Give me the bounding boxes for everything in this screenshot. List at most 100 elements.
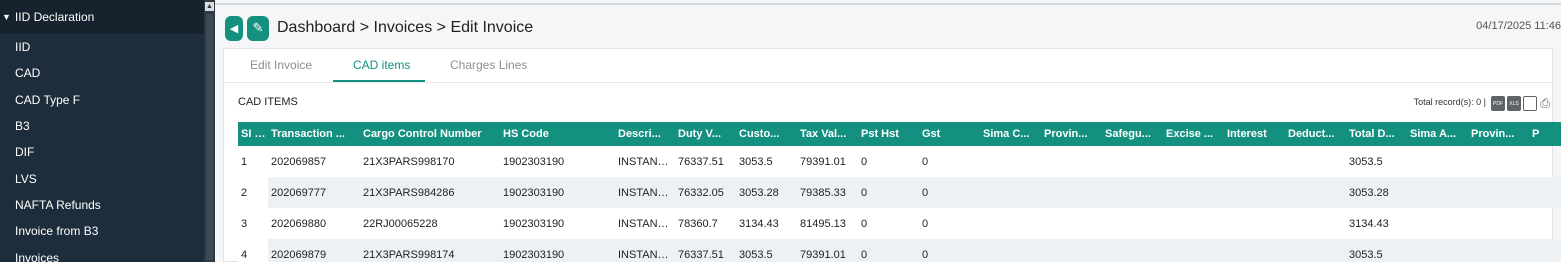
table-cell xyxy=(1407,146,1468,177)
column-header[interactable]: Cargo Control Number xyxy=(360,122,500,146)
table-cell: 21X3PARS984286 xyxy=(360,177,500,208)
table-cell xyxy=(1468,177,1529,208)
column-header[interactable]: Total D... xyxy=(1346,122,1407,146)
sidebar-item-b3[interactable]: B3 xyxy=(0,113,204,139)
table-cell xyxy=(1529,239,1561,262)
tab-edit-invoice[interactable]: Edit Invoice xyxy=(250,58,312,72)
column-header[interactable]: Deduct... xyxy=(1285,122,1346,146)
back-chevron-icon[interactable]: ◀ xyxy=(225,15,243,41)
table-cell xyxy=(1102,177,1163,208)
table-cell xyxy=(1224,146,1285,177)
column-header[interactable]: Interest xyxy=(1224,122,1285,146)
print-icon[interactable]: ⎙ xyxy=(1538,96,1552,111)
table-cell xyxy=(1041,208,1102,239)
table-cell: 79391.01 xyxy=(800,155,846,168)
table-cell: INSTANT ... xyxy=(618,217,675,230)
scrollbar-thumb[interactable] xyxy=(206,14,213,260)
table-cell xyxy=(1529,208,1561,239)
table-cell xyxy=(1529,146,1561,177)
table-row[interactable]: 1 202069857 21X3PARS998170 1902303190 INSTAN… xyxy=(238,146,1561,177)
table-cell xyxy=(980,239,1041,262)
sidebar-item-label: B3 xyxy=(15,119,30,134)
sidebar-item-invoice-from-b3[interactable]: Invoice from B3 xyxy=(0,218,204,244)
table-row[interactable]: 4 202069879 21X3PARS998174 1902303190 INSTAN… xyxy=(238,239,1561,262)
edit-pencil-icon[interactable]: ✎ xyxy=(247,15,269,41)
table-cell xyxy=(1285,177,1346,208)
table-cell: 3 xyxy=(238,208,268,239)
table-cell: 202069879 xyxy=(268,239,360,262)
table-cell: 76332.05 xyxy=(675,177,736,208)
column-header[interactable]: P xyxy=(1529,122,1561,146)
sidebar-item-dif[interactable]: DIF xyxy=(0,139,204,165)
main-content: ◀ ✎ Dashboard > Invoices > Edit Invoice … xyxy=(215,0,1561,262)
table-cell: 78360.7 xyxy=(678,217,718,230)
sidebar-item-label: Invoice from B3 xyxy=(15,224,99,239)
table-cell: 202069880 xyxy=(271,217,327,230)
table-cell: 0 xyxy=(922,217,929,230)
sidebar-item-cad-type-f[interactable]: CAD Type F xyxy=(0,87,204,113)
table-cell xyxy=(1529,177,1561,208)
table-cell xyxy=(980,208,1041,239)
scroll-up-icon[interactable]: ▲ xyxy=(205,2,214,11)
table-cell xyxy=(1285,208,1346,239)
table-cell xyxy=(1285,146,1346,177)
section-title: CAD ITEMS xyxy=(238,96,298,108)
table-cell: 0 xyxy=(858,239,919,262)
column-header[interactable]: Sima C... xyxy=(980,122,1041,146)
table-cell: 0 xyxy=(858,177,919,208)
column-header[interactable]: Tax Val... xyxy=(797,122,858,146)
table-cell: 3053.28 xyxy=(1346,177,1407,208)
sidebar-item-lvs[interactable]: LVS xyxy=(0,165,204,191)
sidebar-group-label: IID Declaration xyxy=(14,10,95,24)
column-header[interactable]: Transaction ... xyxy=(268,122,360,146)
column-header[interactable]: SI N... xyxy=(238,122,268,146)
column-header[interactable]: Duty V... xyxy=(675,122,736,146)
table-cell: 79391.01 xyxy=(797,239,858,262)
table-cell: 1 xyxy=(238,146,268,177)
table-row[interactable]: 2 202069777 21X3PARS984286 1902303190 INSTAN… xyxy=(238,177,1561,208)
column-header[interactable]: Provin... xyxy=(1468,122,1529,146)
column-header[interactable]: Safegu... xyxy=(1102,122,1163,146)
column-header[interactable]: Pst Hst xyxy=(858,122,919,146)
record-count: Total record(s): 0 | xyxy=(1413,97,1486,107)
table-cell: 1902303190 xyxy=(503,217,565,230)
pdf-icon[interactable]: PDF xyxy=(1491,96,1505,111)
table-cell: INSTANT ... xyxy=(618,155,675,168)
sidebar-scrollbar[interactable]: ▲ xyxy=(204,0,215,262)
sidebar-item-iid[interactable]: IID xyxy=(0,34,204,60)
cad-items-table: SI N... Transaction ... Cargo Control Nu… xyxy=(238,122,1561,262)
table-cell: 76337.51 xyxy=(675,239,736,262)
column-header[interactable]: Gst xyxy=(919,122,980,146)
column-header[interactable]: Custo... xyxy=(736,122,797,146)
sidebar-group-iid-declaration[interactable]: ▼ IID Declaration xyxy=(0,0,204,34)
sidebar-item-cad[interactable]: CAD xyxy=(0,60,204,86)
table-cell: 3053.28 xyxy=(736,177,797,208)
column-header[interactable]: Excise ... xyxy=(1163,122,1224,146)
tab-cad-items[interactable]: CAD items xyxy=(353,58,410,72)
table-cell: 3053.5 xyxy=(739,155,773,168)
table-cell: 4 xyxy=(238,239,268,262)
table-cell xyxy=(1407,208,1468,239)
invoice-panel: Edit Invoice CAD items Charges Lines CAD… xyxy=(223,48,1561,262)
column-header[interactable]: Descri... xyxy=(615,122,675,146)
column-header[interactable]: Provin... xyxy=(1041,122,1102,146)
table-cell: 3053.5 xyxy=(736,239,797,262)
table-cell: INSTANT ... xyxy=(615,177,675,208)
sidebar-item-invoices[interactable]: Invoices xyxy=(0,244,204,262)
column-header[interactable]: HS Code xyxy=(500,122,615,146)
column-header[interactable]: Sima A... xyxy=(1407,122,1468,146)
breadcrumb: Dashboard > Invoices > Edit Invoice xyxy=(277,19,534,36)
tab-charges-lines[interactable]: Charges Lines xyxy=(450,58,527,72)
save-icon[interactable] xyxy=(1523,96,1537,111)
table-cell: 3053.5 xyxy=(1349,155,1383,168)
table-cell xyxy=(1468,146,1529,177)
xls-icon[interactable]: XLS xyxy=(1507,96,1521,111)
page-header: ◀ ✎ Dashboard > Invoices > Edit Invoice … xyxy=(225,12,1561,44)
table-cell xyxy=(980,146,1041,177)
table-cell xyxy=(1407,239,1468,262)
tab-bar: Edit Invoice CAD items Charges Lines xyxy=(224,49,1552,83)
table-cell: 1902303190 xyxy=(503,155,565,168)
table-cell xyxy=(1468,239,1529,262)
sidebar-item-nafta-refunds[interactable]: NAFTA Refunds xyxy=(0,192,204,218)
table-row[interactable]: 3 202069880 22RJ00065228 1902303190 INSTANT … xyxy=(238,208,1561,239)
